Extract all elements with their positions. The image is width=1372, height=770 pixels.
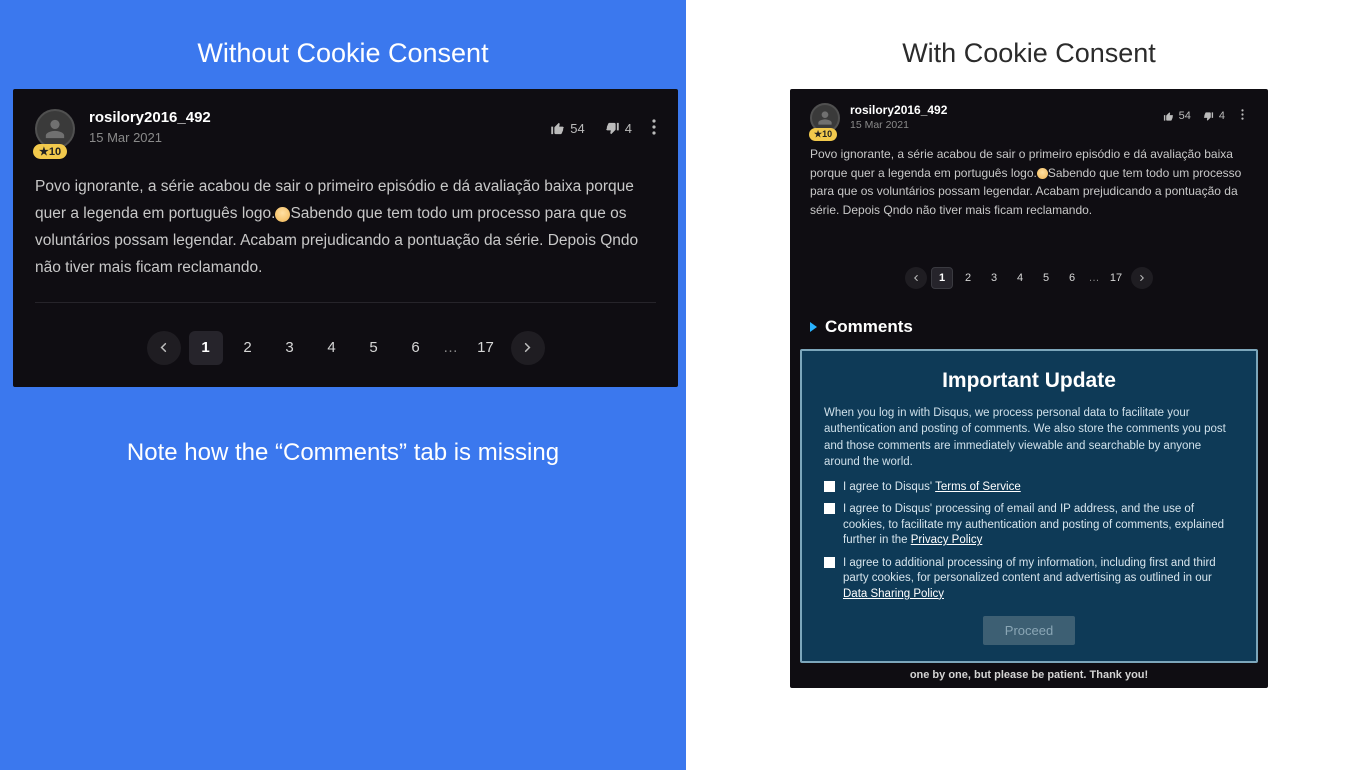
page-4-button[interactable]: 4 (315, 331, 349, 365)
page-ellipsis: … (441, 331, 461, 365)
consent-item-2-text: I agree to Disqus' processing of email a… (843, 503, 1224, 546)
page-3-button[interactable]: 3 (983, 267, 1005, 289)
star-badge: ★10 (33, 144, 67, 159)
comment-card-left: ★10 rosilory2016_492 15 Mar 2021 54 4 (13, 89, 678, 387)
comment-body: Povo ignorante, a série acabou de sair o… (35, 173, 656, 282)
left-note: Note how the “Comments” tab is missing (127, 439, 559, 467)
divider (35, 302, 656, 303)
page-5-button[interactable]: 5 (357, 331, 391, 365)
page-17-button[interactable]: 17 (1105, 267, 1127, 289)
consent-checkbox-3[interactable] (824, 557, 835, 568)
page-4-button[interactable]: 4 (1009, 267, 1031, 289)
consent-intro: When you log in with Disqus, we process … (824, 405, 1234, 469)
page-6-button[interactable]: 6 (399, 331, 433, 365)
more-vertical-icon (652, 119, 656, 135)
emoji-icon (1037, 168, 1048, 179)
chevron-left-icon (911, 273, 921, 283)
data-sharing-policy-link[interactable]: Data Sharing Policy (843, 588, 944, 600)
page-1-button[interactable]: 1 (931, 267, 953, 289)
page-prev-button[interactable] (905, 267, 927, 289)
comment-body: Povo ignorante, a série acabou de sair o… (800, 145, 1258, 219)
like-count: 54 (570, 121, 584, 136)
like-button[interactable]: 54 (550, 121, 584, 136)
privacy-policy-link[interactable]: Privacy Policy (911, 534, 983, 546)
thumb-up-icon (1163, 111, 1174, 122)
star-badge: ★10 (809, 128, 837, 141)
user-icon (44, 118, 66, 140)
like-count: 54 (1179, 110, 1191, 122)
page-prev-button[interactable] (147, 331, 181, 365)
dislike-button[interactable]: 4 (605, 121, 632, 136)
consent-item-3-text: I agree to additional processing of my i… (843, 557, 1216, 585)
more-button[interactable] (1237, 109, 1248, 123)
consent-item-1-text: I agree to Disqus' (843, 481, 935, 493)
thumb-down-icon (1203, 111, 1214, 122)
consent-item-3: I agree to additional processing of my i… (824, 556, 1234, 603)
comment-actions: 54 4 (550, 119, 656, 138)
comment-header: ★10 rosilory2016_492 15 Mar 2021 54 4 (800, 99, 1258, 133)
consent-item-1: I agree to Disqus' Terms of Service (824, 480, 1234, 496)
thumb-up-icon (550, 121, 565, 136)
comment-actions: 54 4 (1163, 109, 1248, 123)
left-title: Without Cookie Consent (197, 38, 488, 69)
consent-heading: Important Update (824, 369, 1234, 393)
avatar[interactable]: ★10 (35, 109, 75, 149)
chevron-left-icon (156, 340, 171, 355)
emoji-icon (275, 207, 290, 222)
left-panel: Without Cookie Consent ★10 rosilory2016_… (0, 0, 686, 770)
terms-of-service-link[interactable]: Terms of Service (935, 481, 1021, 493)
comment-header: ★10 rosilory2016_492 15 Mar 2021 54 4 (35, 109, 656, 149)
like-button[interactable]: 54 (1163, 110, 1191, 122)
page-17-button[interactable]: 17 (469, 331, 503, 365)
right-panel: With Cookie Consent ★10 rosilory2016_492… (686, 0, 1372, 770)
consent-item-2: I agree to Disqus' processing of email a… (824, 502, 1234, 549)
dislike-count: 4 (1219, 110, 1225, 122)
comment-date: 15 Mar 2021 (89, 130, 550, 145)
chevron-right-icon (1137, 273, 1147, 283)
page-5-button[interactable]: 5 (1035, 267, 1057, 289)
page-6-button[interactable]: 6 (1061, 267, 1083, 289)
chevron-right-icon (520, 340, 535, 355)
dislike-button[interactable]: 4 (1203, 110, 1225, 122)
comment-card-right: ★10 rosilory2016_492 15 Mar 2021 54 4 (790, 89, 1268, 688)
comment-date: 15 Mar 2021 (850, 119, 1163, 131)
more-button[interactable] (652, 119, 656, 138)
page-next-button[interactable] (511, 331, 545, 365)
page-2-button[interactable]: 2 (957, 267, 979, 289)
page-2-button[interactable]: 2 (231, 331, 265, 365)
page-3-button[interactable]: 3 (273, 331, 307, 365)
pagination: 1 2 3 4 5 6 … 17 (800, 267, 1258, 289)
user-block: rosilory2016_492 15 Mar 2021 (850, 103, 1163, 131)
user-icon (817, 110, 833, 126)
consent-dialog: Important Update When you log in with Di… (800, 349, 1258, 663)
comments-label: Comments (825, 317, 913, 337)
consent-checkbox-1[interactable] (824, 481, 835, 492)
thumb-down-icon (605, 121, 620, 136)
avatar[interactable]: ★10 (810, 103, 840, 133)
consent-checkbox-2[interactable] (824, 503, 835, 514)
footer-strip: one by one, but please be patient. Thank… (800, 665, 1258, 681)
username[interactable]: rosilory2016_492 (89, 109, 550, 126)
proceed-button[interactable]: Proceed (983, 616, 1075, 645)
page-ellipsis: … (1087, 267, 1101, 289)
username[interactable]: rosilory2016_492 (850, 103, 1163, 117)
triangle-right-icon (810, 322, 817, 332)
pagination: 1 2 3 4 5 6 … 17 (35, 331, 656, 365)
consent-list: I agree to Disqus' Terms of Service I ag… (824, 480, 1234, 603)
page-1-button[interactable]: 1 (189, 331, 223, 365)
right-title: With Cookie Consent (902, 38, 1156, 69)
dislike-count: 4 (625, 121, 632, 136)
page-next-button[interactable] (1131, 267, 1153, 289)
more-vertical-icon (1237, 109, 1248, 120)
user-block: rosilory2016_492 15 Mar 2021 (89, 109, 550, 145)
comments-tab[interactable]: Comments (800, 317, 1258, 337)
